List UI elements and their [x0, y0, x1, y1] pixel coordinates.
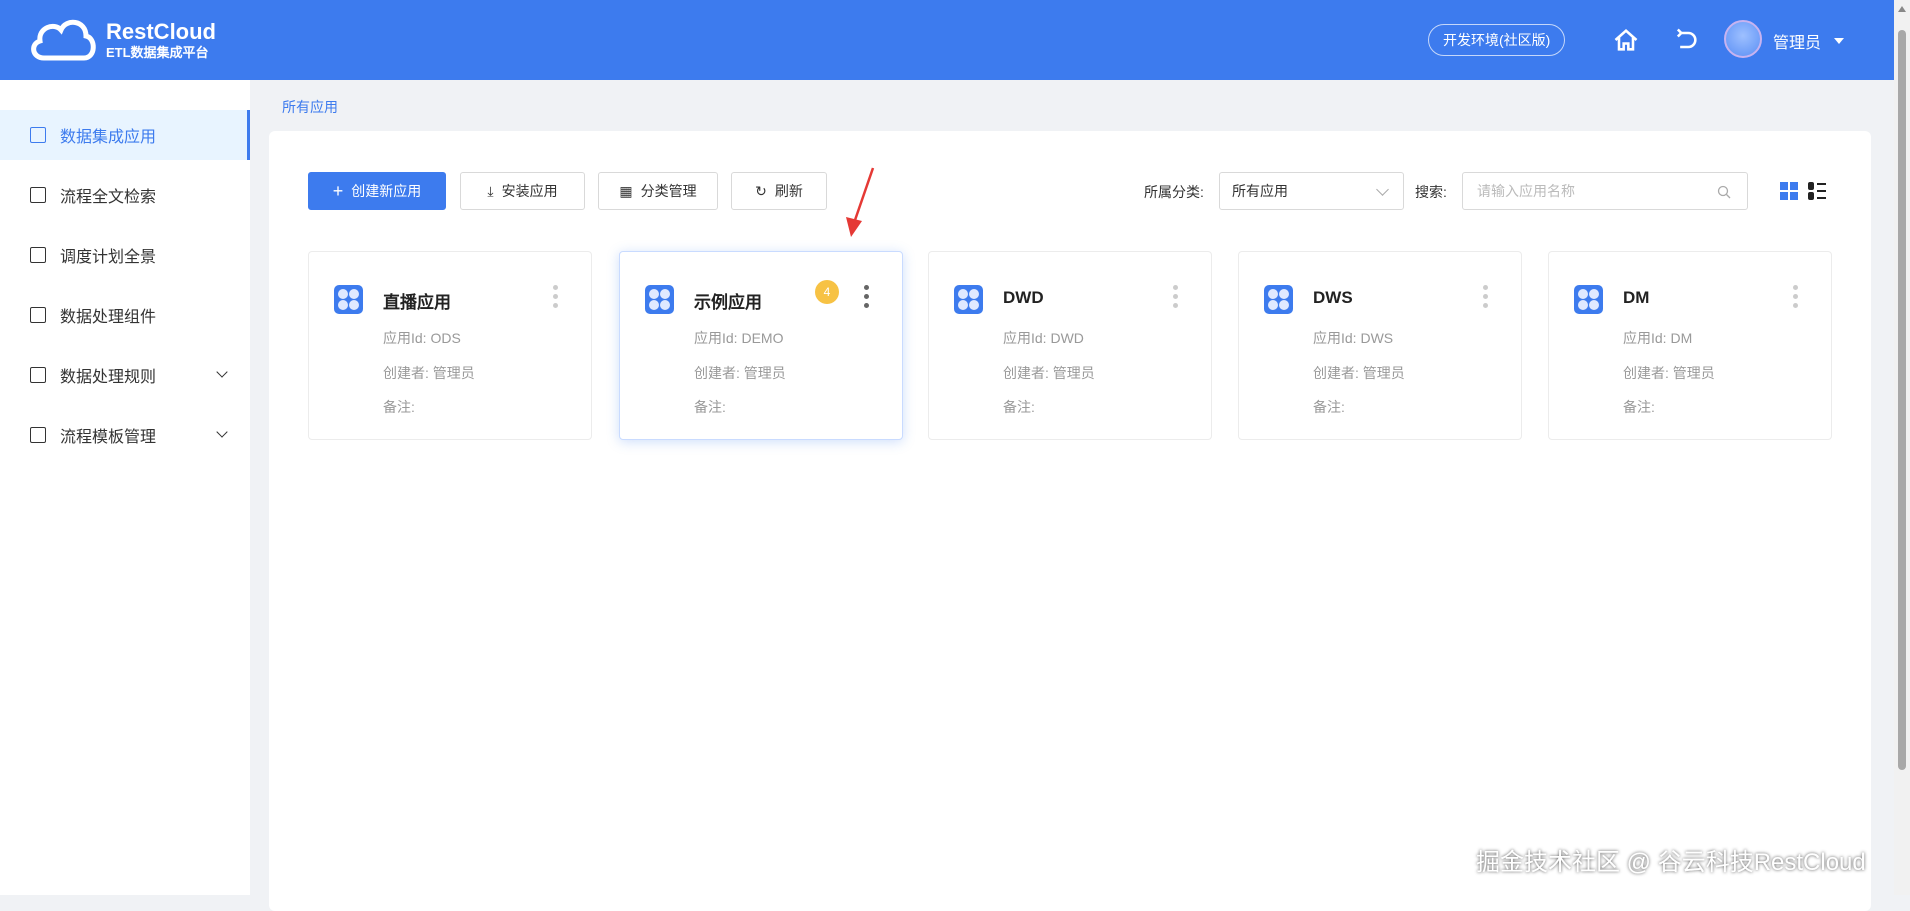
sidebar-item-label: 流程模板管理	[60, 429, 157, 446]
app-note: 备注:	[1003, 399, 1035, 415]
sidebar-item-label: 调度计划全景	[60, 249, 157, 266]
refresh-button[interactable]: ↻ 刷新	[731, 172, 827, 210]
search-icon[interactable]	[1717, 185, 1731, 199]
sidebar-item-rules[interactable]: 数据处理规则	[0, 350, 250, 400]
app-name: 示例应用	[694, 293, 762, 312]
home-icon[interactable]	[1612, 26, 1640, 54]
count-badge: 4	[815, 280, 839, 304]
search-label: 搜索:	[1415, 184, 1447, 200]
app-id: 应用Id: ODS	[383, 330, 461, 346]
app-card[interactable]: DWD 应用Id: DWD 创建者: 管理员 备注:	[928, 251, 1212, 440]
app-creator: 创建者: 管理员	[1003, 365, 1095, 381]
more-options-icon[interactable]	[1483, 285, 1489, 311]
app-card[interactable]: DWS 应用Id: DWS 创建者: 管理员 备注:	[1238, 251, 1522, 440]
app-name: DWS	[1313, 288, 1353, 307]
top-header: RestCloud ETL数据集成平台 开发环境(社区版) 管理员	[0, 0, 1894, 80]
app-id: 应用Id: DEMO	[694, 330, 784, 346]
search-input[interactable]	[1463, 173, 1703, 209]
app-creator: 创建者: 管理员	[694, 365, 786, 381]
cloud-logo-icon	[31, 19, 96, 61]
sidebar-item-templates[interactable]: 流程模板管理	[0, 410, 250, 460]
search-box	[1462, 172, 1748, 210]
avatar[interactable]	[1724, 20, 1762, 58]
breadcrumb[interactable]: 所有应用	[282, 97, 338, 117]
sidebar-item-label: 数据处理组件	[60, 309, 157, 326]
app-name: DWD	[1003, 288, 1044, 307]
app-icon	[645, 285, 674, 314]
app-icon	[334, 285, 363, 314]
sidebar-item-label: 流程全文检索	[60, 189, 157, 206]
category-filter-label: 所属分类:	[1144, 184, 1204, 200]
app-name: DM	[1623, 288, 1650, 307]
app-id: 应用Id: DWS	[1313, 330, 1394, 346]
caret-down-icon[interactable]	[1834, 38, 1844, 44]
app-id: 应用Id: DM	[1623, 330, 1693, 346]
install-label: 安装应用	[501, 183, 558, 199]
chevron-down-icon	[216, 366, 228, 378]
category-manage-button[interactable]: ▦ 分类管理	[598, 172, 718, 210]
app-icon	[1574, 285, 1603, 314]
app-creator: 创建者: 管理员	[1623, 365, 1715, 381]
create-label: 创建新应用	[351, 183, 422, 199]
category-label: 分类管理	[640, 183, 697, 199]
user-name[interactable]: 管理员	[1773, 29, 1821, 53]
app-creator: 创建者: 管理员	[1313, 365, 1405, 381]
grid-icon: ▦	[619, 182, 633, 199]
scroll-up-icon[interactable]	[1898, 6, 1906, 12]
app-card[interactable]: 示例应用 应用Id: DEMO 创建者: 管理员 备注: 4	[619, 251, 903, 440]
annotation-arrow-icon	[846, 167, 875, 237]
create-app-button[interactable]: + 创建新应用	[308, 172, 446, 210]
app-icon	[954, 285, 983, 314]
logo-subtitle: ETL数据集成平台	[106, 45, 209, 60]
category-select[interactable]: 所有应用	[1219, 172, 1404, 210]
more-options-icon[interactable]	[1793, 285, 1799, 311]
layout-icon	[30, 427, 46, 443]
app-note: 备注:	[694, 399, 726, 415]
logo[interactable]: RestCloud ETL数据集成平台	[28, 16, 216, 66]
list-icon	[30, 307, 46, 323]
sliders-icon	[30, 247, 46, 263]
sidebar-item-components[interactable]: 数据处理组件	[0, 290, 250, 340]
logo-title: RestCloud	[106, 19, 216, 44]
sidebar-item-label: 数据处理规则	[60, 369, 157, 386]
app-card[interactable]: DM 应用Id: DM 创建者: 管理员 备注:	[1548, 251, 1832, 440]
sidebar-item-search[interactable]: 流程全文检索	[0, 170, 250, 220]
content-panel	[269, 131, 1871, 911]
app-icon	[1264, 285, 1293, 314]
back-icon[interactable]	[1672, 26, 1700, 54]
category-value: 所有应用	[1232, 183, 1288, 199]
scrollbar[interactable]	[1894, 0, 1910, 895]
sidebar-item-apps[interactable]: 数据集成应用	[0, 110, 250, 160]
sidebar: 数据集成应用 流程全文检索 调度计划全景 数据处理组件 数据处理规则 流程模板管…	[0, 80, 250, 895]
app-note: 备注:	[1313, 399, 1345, 415]
install-app-button[interactable]: ⤓ 安装应用	[460, 172, 585, 210]
more-options-icon[interactable]	[1173, 285, 1179, 311]
app-note: 备注:	[1623, 399, 1655, 415]
more-options-icon[interactable]	[553, 285, 559, 311]
download-icon: ⤓	[487, 182, 494, 199]
chevron-down-icon	[216, 426, 228, 438]
grid-view-icon[interactable]	[1780, 182, 1798, 200]
environment-button[interactable]: 开发环境(社区版)	[1428, 24, 1566, 56]
more-options-icon[interactable]	[864, 285, 870, 311]
chevron-down-icon	[1376, 183, 1389, 196]
grid-icon	[30, 127, 46, 143]
terminal-icon	[30, 367, 46, 383]
refresh-icon: ↻	[755, 182, 767, 199]
sidebar-item-label: 数据集成应用	[60, 129, 157, 146]
doc-search-icon	[30, 187, 46, 203]
app-creator: 创建者: 管理员	[383, 365, 475, 381]
app-name: 直播应用	[383, 293, 451, 312]
plus-icon: +	[332, 180, 344, 201]
app-note: 备注:	[383, 399, 415, 415]
scrollbar-thumb[interactable]	[1898, 30, 1906, 770]
refresh-label: 刷新	[774, 183, 803, 199]
sidebar-item-schedule[interactable]: 调度计划全景	[0, 230, 250, 280]
app-id: 应用Id: DWD	[1003, 330, 1084, 346]
list-view-icon[interactable]	[1808, 182, 1826, 200]
app-card[interactable]: 直播应用 应用Id: ODS 创建者: 管理员 备注:	[308, 251, 592, 440]
watermark: 掘金技术社区 @ 谷云科技RestCloud	[1476, 849, 1866, 876]
